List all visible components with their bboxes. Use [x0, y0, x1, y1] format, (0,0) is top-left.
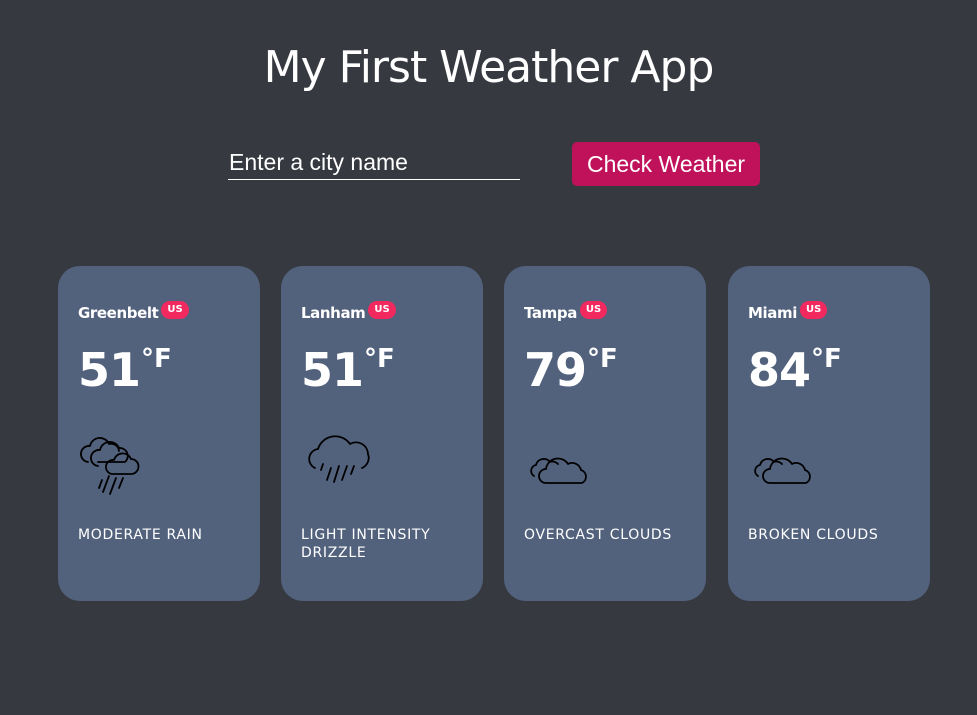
temperature-unit: °F: [811, 344, 842, 374]
check-weather-button[interactable]: Check Weather: [572, 142, 760, 186]
temperature-unit: °F: [141, 344, 172, 374]
city-row: Miami US: [748, 301, 828, 323]
temperature-value: 84: [748, 343, 811, 397]
weather-description: MODERATE RAIN: [78, 527, 203, 543]
temperature: 51 °F: [301, 342, 395, 398]
weather-description: LIGHT INTENSITY DRIZZLE: [301, 527, 431, 561]
city-name: Lanham: [301, 304, 366, 322]
city-name: Greenbelt: [78, 304, 159, 322]
temperature-value: 51: [78, 343, 141, 397]
country-badge: US: [161, 301, 189, 319]
temperature-value: 51: [301, 343, 364, 397]
weather-card-lanham: Lanham US 51 °F LIGHT INTENSITY DRIZZLE: [281, 266, 483, 601]
weather-card-greenbelt: Greenbelt US 51 °F MODERATE RAIN: [58, 266, 260, 601]
temperature: 79 °F: [524, 342, 618, 398]
city-row: Lanham US: [301, 301, 396, 323]
city-row: Tampa US: [524, 301, 608, 323]
temperature-unit: °F: [364, 344, 395, 374]
temperature: 51 °F: [78, 342, 172, 398]
clouds-icon: [530, 457, 587, 484]
weather-card-miami: Miami US 84 °F BROKEN CLOUDS: [728, 266, 930, 601]
clouds-icon: [754, 457, 811, 484]
city-row: Greenbelt US: [78, 301, 189, 323]
country-badge: US: [368, 301, 396, 319]
temperature-unit: °F: [587, 344, 618, 374]
country-badge: US: [799, 301, 828, 319]
rain-icon: [80, 437, 140, 495]
page-title: My First Weather App: [263, 42, 715, 93]
temperature-value: 79: [524, 343, 587, 397]
country-badge: US: [579, 301, 608, 319]
city-name: Tampa: [524, 304, 577, 322]
weather-card-tampa: Tampa US 79 °F OVERCAST CLOUDS: [504, 266, 706, 601]
city-input[interactable]: [228, 148, 520, 180]
weather-description: OVERCAST CLOUDS: [524, 527, 672, 543]
search-form: Check Weather: [0, 142, 977, 186]
weather-description: BROKEN CLOUDS: [748, 527, 879, 543]
temperature: 84 °F: [748, 342, 842, 398]
weather-app-page: My First Weather App Check Weather Green…: [0, 0, 977, 715]
city-name: Miami: [748, 304, 797, 322]
drizzle-icon: [308, 435, 370, 483]
